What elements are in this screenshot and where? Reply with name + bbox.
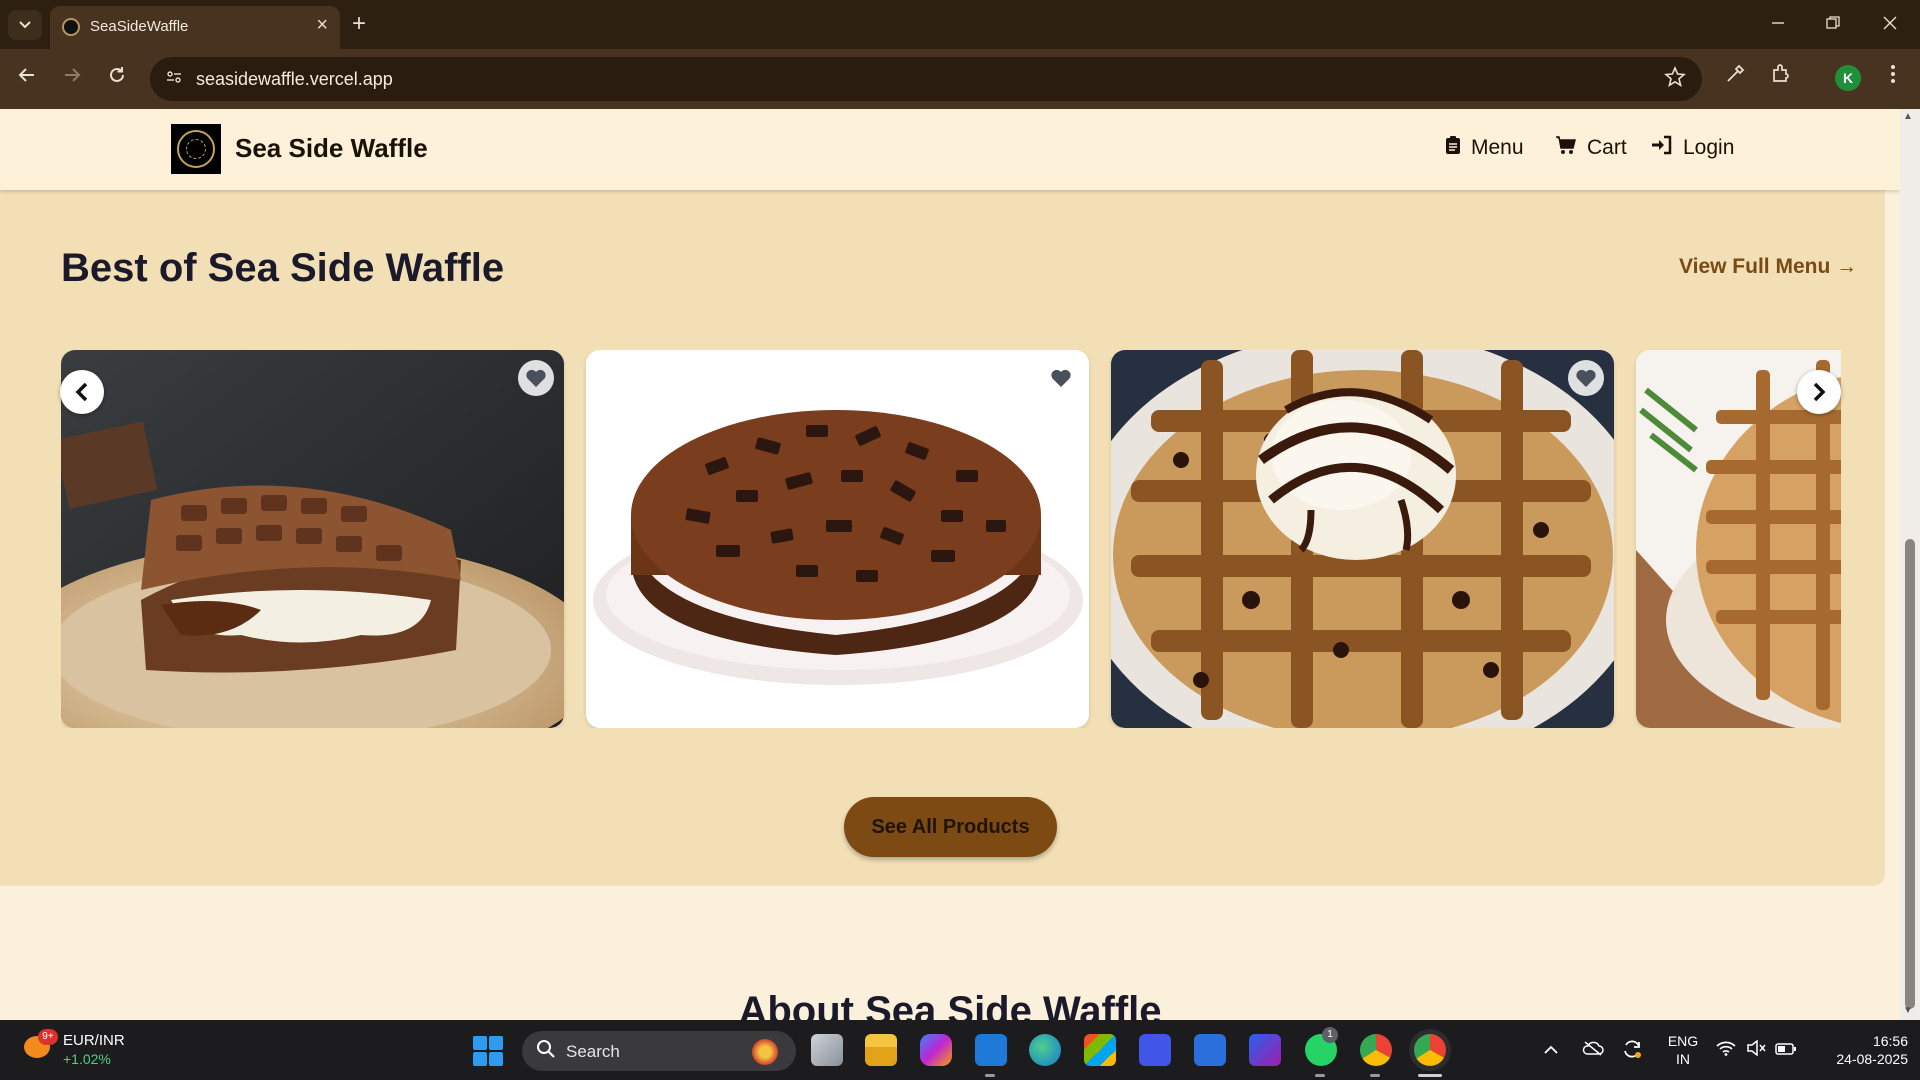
chocolate-waffle-sandwich-image (61, 350, 564, 728)
chrome-icon[interactable] (1360, 1034, 1392, 1066)
about-title: About Sea Side Waffle (738, 989, 1162, 1020)
mail-icon[interactable] (1194, 1034, 1226, 1066)
product-card[interactable] (1111, 350, 1614, 728)
active-tab[interactable]: SeaSideWaffle × (50, 6, 340, 49)
system-clock[interactable]: 16:56 24-08-2025 (1808, 1032, 1908, 1068)
back-arrow-icon[interactable] (12, 63, 42, 93)
store-icon[interactable] (1084, 1034, 1116, 1066)
login-icon (1651, 135, 1673, 161)
clock-date: 24-08-2025 (1836, 1051, 1908, 1067)
chevron-down-icon (19, 21, 31, 29)
brand-logo[interactable] (171, 124, 221, 174)
browser-toolbar: seasidewaffle.vercel.app K (0, 49, 1920, 109)
view-full-menu-link[interactable]: View Full Menu → (1679, 255, 1857, 279)
product-card[interactable] (586, 350, 1089, 728)
heart-icon[interactable] (1043, 360, 1079, 396)
brand-name[interactable]: Sea Side Waffle (235, 133, 428, 164)
heart-icon[interactable] (1568, 360, 1604, 396)
page-scrollbar[interactable]: ▲ ▼ (1900, 109, 1920, 1020)
language-code: ENG (1667, 1033, 1699, 1049)
see-all-products-button[interactable]: See All Products (844, 797, 1057, 857)
site-header: Sea Side Waffle Menu Cart Login (0, 109, 1900, 190)
tab-search-button[interactable] (8, 10, 42, 40)
copilot-icon[interactable] (920, 1034, 952, 1066)
new-tab-button[interactable]: + (352, 9, 366, 39)
ticker-change: +1.02% (63, 1051, 111, 1067)
sync-icon[interactable] (1621, 1038, 1643, 1066)
minimize-icon[interactable] (1758, 10, 1798, 38)
vscode-icon[interactable] (975, 1034, 1007, 1066)
browser-tab-bar: SeaSideWaffle × + (0, 0, 1920, 49)
nav-cart-link[interactable]: Cart (1555, 135, 1627, 161)
chrome-profile-icon[interactable] (1414, 1034, 1446, 1066)
tab-title: SeaSideWaffle (90, 18, 189, 35)
carousel-next-button[interactable] (1797, 370, 1841, 414)
heart-icon[interactable] (518, 360, 554, 396)
nav-cart-label: Cart (1587, 136, 1627, 159)
site-favicon-icon (62, 18, 80, 36)
language-indicator[interactable]: ENG IN (1665, 1032, 1701, 1068)
address-bar[interactable]: seasidewaffle.vercel.app (150, 57, 1702, 101)
running-indicator (985, 1074, 995, 1077)
nav-login-link[interactable]: Login (1651, 135, 1734, 161)
whatsapp-badge: 1 (1322, 1027, 1338, 1043)
task-view-icon[interactable] (811, 1034, 843, 1066)
page-viewport: Sea Side Waffle Menu Cart Login Best of … (0, 109, 1900, 1020)
product-carousel (61, 350, 1841, 728)
reload-icon[interactable] (102, 63, 132, 93)
region-code: IN (1676, 1051, 1690, 1067)
running-indicator (1315, 1074, 1325, 1077)
volume-muted-icon[interactable] (1746, 1038, 1766, 1062)
active-app-indicator (1418, 1074, 1442, 1077)
wifi-icon[interactable] (1716, 1038, 1736, 1062)
search-placeholder: Search (566, 1042, 620, 1061)
extensions-icon[interactable] (1766, 63, 1796, 93)
clipboard-icon (1445, 135, 1461, 161)
jetbrains-icon[interactable] (1249, 1034, 1281, 1066)
nav-menu-label: Menu (1471, 136, 1524, 159)
site-info-icon[interactable] (164, 69, 184, 89)
url-text[interactable]: seasidewaffle.vercel.app (196, 69, 393, 90)
product-card[interactable] (61, 350, 564, 728)
eyedropper-icon[interactable] (1720, 63, 1750, 93)
edge-icon[interactable] (1029, 1034, 1061, 1066)
file-explorer-icon[interactable] (865, 1034, 897, 1066)
search-icon (536, 1039, 556, 1065)
cart-icon (1555, 135, 1577, 161)
best-of-section: Best of Sea Side Waffle View Full Menu → (0, 190, 1885, 886)
scroll-up-icon[interactable]: ▲ (1903, 111, 1913, 122)
ticker-name[interactable]: EUR/INR (63, 1032, 125, 1049)
teams-icon[interactable] (1139, 1034, 1171, 1066)
close-window-icon[interactable] (1870, 10, 1910, 38)
windows-taskbar: 9+ EUR/INR +1.02% Search 1 ENG IN 16:56 … (0, 1020, 1920, 1080)
windows-start-icon[interactable] (473, 1036, 503, 1066)
scroll-down-icon[interactable]: ▼ (1903, 1005, 1913, 1016)
bookmark-star-icon[interactable] (1664, 65, 1686, 94)
oreo-chocolate-cake-image (586, 350, 1089, 728)
carousel-prev-button[interactable] (60, 370, 104, 414)
taskbar-search[interactable]: Search (522, 1031, 796, 1071)
restore-icon[interactable] (1813, 10, 1853, 38)
more-menu-icon[interactable] (1878, 63, 1908, 93)
nav-login-label: Login (1683, 136, 1735, 159)
tray-overflow-icon[interactable] (1543, 1038, 1559, 1062)
onedrive-icon[interactable] (1582, 1038, 1604, 1062)
forward-arrow-icon[interactable] (57, 63, 87, 93)
battery-icon[interactable] (1775, 1038, 1797, 1062)
section-title: Best of Sea Side Waffle (61, 246, 505, 290)
nav-menu-link[interactable]: Menu (1445, 135, 1524, 161)
search-highlight-icon (752, 1039, 778, 1065)
profile-avatar[interactable]: K (1835, 65, 1861, 91)
ice-cream-waffle-image (1111, 350, 1614, 728)
clock-time: 16:56 (1872, 1033, 1908, 1049)
running-indicator (1370, 1074, 1380, 1077)
tab-close-icon[interactable]: × (316, 14, 328, 36)
scrollbar-thumb[interactable] (1905, 539, 1915, 1009)
widget-badge: 9+ (38, 1029, 58, 1045)
